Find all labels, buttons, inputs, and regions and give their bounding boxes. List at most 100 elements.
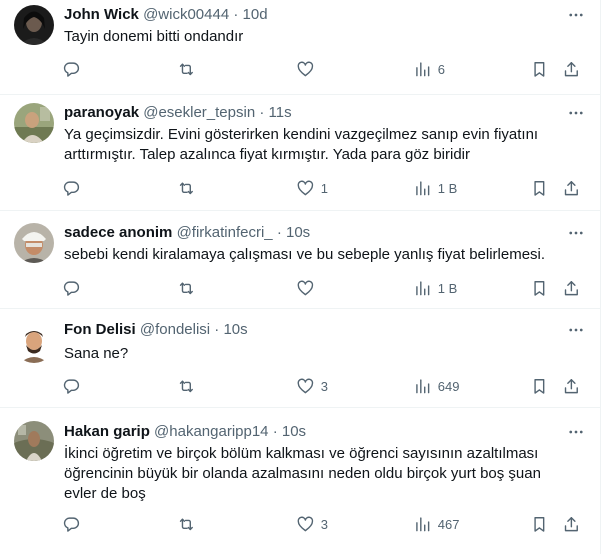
tweet-header: paranoyak @esekler_tepsin · 11s — [64, 103, 292, 123]
display-name[interactable]: Hakan garip — [64, 423, 150, 440]
separator: · — [259, 104, 265, 121]
like-button[interactable]: 3 — [296, 376, 328, 396]
share-icon — [562, 279, 581, 298]
bookmark-button[interactable] — [530, 376, 549, 396]
tweet-actions: 6 — [0, 59, 600, 79]
avatar[interactable] — [14, 103, 54, 143]
tweet-actions: 3 467 — [0, 514, 600, 534]
share-button[interactable] — [562, 278, 581, 298]
retweet-button[interactable] — [177, 376, 202, 396]
display-name[interactable]: Fon Delisi — [64, 321, 136, 338]
display-name[interactable]: paranoyak — [64, 104, 139, 121]
retweet-button[interactable] — [177, 59, 202, 79]
views-count: 649 — [437, 378, 460, 394]
separator: · — [214, 321, 220, 338]
reply-button[interactable] — [62, 514, 87, 534]
timestamp[interactable]: 10d — [243, 6, 268, 23]
bookmark-icon — [530, 279, 549, 298]
views-button[interactable]: 1 B — [413, 278, 457, 298]
tweet-text: İkinci öğretim ve birçok bölüm kalkması … — [64, 445, 541, 502]
views-chart-icon — [413, 179, 432, 198]
share-button[interactable] — [562, 178, 581, 198]
display-name[interactable]: John Wick — [64, 6, 139, 23]
views-count: 467 — [437, 516, 460, 532]
like-count: 1 — [320, 180, 328, 196]
tweet[interactable]: Fon Delisi @fondelisi · 10s Sana ne? 3 64… — [0, 309, 600, 408]
tweet[interactable]: sadece anonim @firkatinfecri_ · 10s sebe… — [0, 211, 600, 309]
views-button[interactable]: 649 — [413, 376, 459, 396]
tweet[interactable]: Hakan garip @hakangaripp14 · 10s İkinci … — [0, 408, 600, 554]
timestamp[interactable]: 11s — [269, 104, 292, 121]
avatar[interactable] — [14, 421, 54, 461]
views-button[interactable]: 6 — [413, 59, 445, 79]
share-button[interactable] — [562, 514, 581, 534]
timestamp[interactable]: 10s — [282, 423, 306, 440]
reply-button[interactable] — [62, 59, 87, 79]
user-handle[interactable]: @hakangaripp14 — [154, 423, 268, 440]
like-count: 3 — [320, 378, 328, 394]
views-button[interactable]: 467 — [413, 514, 459, 534]
retweet-button[interactable] — [177, 178, 202, 198]
more-options-icon[interactable] — [566, 5, 586, 25]
like-button[interactable]: 3 — [296, 514, 328, 534]
share-button[interactable] — [562, 376, 581, 396]
retweet-button[interactable] — [177, 514, 202, 534]
views-chart-icon — [413, 377, 432, 396]
reply-button[interactable] — [62, 376, 87, 396]
separator: · — [233, 6, 239, 23]
tweet-actions: 1 1 B — [0, 178, 600, 198]
heart-icon — [296, 515, 315, 534]
bookmark-button[interactable] — [530, 178, 549, 198]
tweet-text: Sana ne? — [64, 345, 129, 362]
bookmark-icon — [530, 377, 549, 396]
like-button[interactable] — [296, 278, 321, 298]
user-handle[interactable]: @wick00444 — [143, 6, 229, 23]
tweet[interactable]: John Wick @wick00444 · 10d Tayin donemi … — [0, 0, 600, 95]
user-handle[interactable]: @fondelisi — [140, 321, 210, 338]
bookmark-button[interactable] — [530, 514, 549, 534]
views-button[interactable]: 1 B — [413, 178, 457, 198]
bookmark-button[interactable] — [530, 59, 549, 79]
like-count: 3 — [320, 516, 328, 532]
tweet[interactable]: paranoyak @esekler_tepsin · 11s Ya geçim… — [0, 95, 600, 211]
bookmark-icon — [530, 60, 549, 79]
heart-icon — [296, 377, 315, 396]
like-button[interactable] — [296, 59, 321, 79]
like-button[interactable]: 1 — [296, 178, 328, 198]
views-chart-icon — [413, 279, 432, 298]
tweet-text: sebebi kendi kiralamaya çalışması ve bu … — [64, 246, 546, 263]
reply-button[interactable] — [62, 178, 87, 198]
tweet-actions: 3 649 — [0, 376, 600, 396]
reply-icon — [62, 377, 81, 396]
retweet-icon — [177, 515, 196, 534]
more-options-icon[interactable] — [566, 223, 586, 243]
avatar[interactable] — [14, 5, 54, 45]
share-icon — [562, 515, 581, 534]
more-options-icon[interactable] — [566, 103, 586, 123]
timestamp[interactable]: 10s — [286, 224, 310, 241]
avatar[interactable] — [14, 323, 54, 363]
retweet-button[interactable] — [177, 278, 202, 298]
reply-icon — [62, 515, 81, 534]
heart-icon — [296, 179, 315, 198]
separator: · — [272, 423, 278, 440]
reply-button[interactable] — [62, 278, 87, 298]
reply-icon — [62, 179, 81, 198]
share-icon — [562, 60, 581, 79]
more-options-icon[interactable] — [566, 422, 586, 442]
views-count: 6 — [437, 61, 445, 77]
separator: · — [276, 224, 282, 241]
avatar[interactable] — [14, 223, 54, 263]
more-options-icon[interactable] — [566, 320, 586, 340]
bookmark-icon — [530, 515, 549, 534]
tweet-actions: 1 B — [0, 278, 600, 298]
user-handle[interactable]: @firkatinfecri_ — [177, 224, 273, 241]
user-handle[interactable]: @esekler_tepsin — [143, 104, 255, 121]
bookmark-button[interactable] — [530, 278, 549, 298]
share-button[interactable] — [562, 59, 581, 79]
display-name[interactable]: sadece anonim — [64, 224, 172, 241]
retweet-icon — [177, 179, 196, 198]
timestamp[interactable]: 10s — [223, 321, 247, 338]
tweet-text: Ya geçimsizdir. Evini gösterirken kendin… — [64, 126, 539, 163]
views-chart-icon — [413, 515, 432, 534]
